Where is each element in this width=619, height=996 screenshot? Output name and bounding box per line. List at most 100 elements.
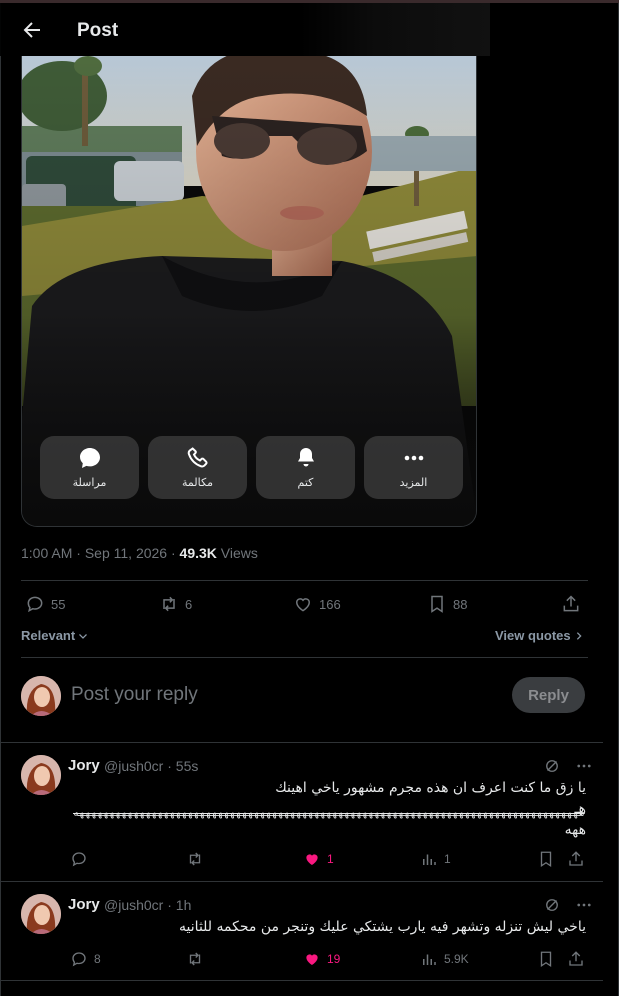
views-count: 5.9K bbox=[444, 952, 469, 966]
analytics-icon bbox=[423, 854, 436, 865]
post-timestamp[interactable]: 1:00 AM · Sep 11, 2026 · 49.3K Views bbox=[21, 545, 258, 561]
more-label: المزيد bbox=[399, 476, 428, 489]
reply-text: يا زق ما كنت اعرف ان هذه مجرم مشهور ياخي… bbox=[275, 780, 586, 796]
profile-action-row: مراسلة مكالمة كتم المزيد bbox=[40, 436, 463, 499]
reply-top-icons bbox=[543, 757, 593, 775]
reply-action[interactable]: 55 bbox=[25, 594, 65, 614]
like-action[interactable]: 166 bbox=[293, 594, 341, 614]
views-label: Views bbox=[220, 545, 258, 561]
page-title: Post bbox=[77, 20, 119, 41]
share-icon bbox=[563, 595, 579, 612]
message-label: مراسلة bbox=[72, 476, 107, 489]
bookmark-action[interactable] bbox=[537, 950, 555, 968]
repost-icon bbox=[163, 596, 175, 612]
avatar[interactable] bbox=[21, 676, 61, 716]
reply-icon bbox=[72, 852, 86, 867]
heart-icon bbox=[295, 598, 311, 612]
views-action[interactable]: 5.9K bbox=[420, 950, 469, 968]
reply-author-handle[interactable]: @jush0cr · 55s bbox=[104, 758, 198, 774]
message-button[interactable]: مراسلة bbox=[40, 436, 139, 499]
divider bbox=[0, 881, 603, 882]
reply-author-name[interactable]: Jory bbox=[68, 896, 100, 913]
chevron-right-icon bbox=[576, 631, 582, 640]
reply-strikethrough-text: هههههههههههههههههههههههههههههههههههههههه… bbox=[73, 808, 585, 819]
share-icon bbox=[569, 851, 583, 866]
heart-filled-icon bbox=[306, 954, 318, 965]
divider bbox=[21, 657, 588, 658]
more-dots-icon bbox=[404, 455, 423, 461]
more-dots-icon[interactable] bbox=[575, 896, 593, 914]
view-quotes-link[interactable]: View quotes bbox=[495, 628, 584, 643]
chevron-down-icon bbox=[79, 633, 88, 639]
divider bbox=[21, 580, 588, 581]
reply-action[interactable] bbox=[70, 850, 94, 868]
phone-icon bbox=[187, 447, 208, 468]
sort-dropdown[interactable]: Relevant bbox=[21, 628, 89, 643]
repost-action[interactable] bbox=[186, 950, 210, 968]
repost-icon bbox=[189, 852, 201, 866]
avatar[interactable] bbox=[21, 755, 61, 795]
call-button[interactable]: مكالمة bbox=[148, 436, 247, 499]
repost-icon bbox=[189, 952, 201, 966]
analytics-icon bbox=[423, 954, 436, 965]
reply-button[interactable]: Reply bbox=[512, 677, 585, 713]
call-label: مكالمة bbox=[182, 476, 213, 489]
views-action[interactable]: 1 bbox=[420, 850, 451, 868]
grok-icon[interactable] bbox=[543, 757, 561, 775]
header-fade bbox=[300, 3, 490, 56]
reply-action-bar: 1 1 bbox=[70, 850, 588, 870]
reply-text-line: ههه bbox=[564, 822, 586, 838]
reply-author-handle[interactable]: @jush0cr · 1h bbox=[104, 897, 191, 913]
meta-separator: · bbox=[170, 545, 176, 561]
meta-separator: · bbox=[76, 545, 81, 561]
repost-action[interactable]: 6 bbox=[159, 594, 192, 614]
views-count: 49.3K bbox=[179, 545, 217, 561]
avatar[interactable] bbox=[21, 894, 61, 934]
divider bbox=[0, 742, 603, 743]
reply-input[interactable]: Post your reply bbox=[71, 684, 198, 706]
reply-action[interactable]: 8 bbox=[70, 950, 101, 968]
reply-count: 55 bbox=[51, 596, 66, 612]
more-button[interactable]: المزيد bbox=[364, 436, 463, 499]
bookmark-icon bbox=[540, 851, 552, 868]
like-action[interactable]: 1 bbox=[303, 850, 334, 868]
share-action[interactable] bbox=[561, 594, 581, 614]
bookmark-count: 88 bbox=[453, 596, 468, 612]
reply-action-bar: 8 19 5.9K bbox=[70, 950, 588, 970]
bookmark-icon bbox=[540, 951, 552, 968]
avatar-illustration bbox=[21, 894, 61, 934]
like-count: 19 bbox=[327, 952, 341, 966]
share-action[interactable] bbox=[567, 850, 585, 868]
share-action[interactable] bbox=[567, 950, 585, 968]
repost-count: 6 bbox=[185, 596, 193, 612]
divider bbox=[0, 980, 603, 981]
bookmark-action[interactable]: 88 bbox=[427, 594, 467, 614]
more-dots-icon[interactable] bbox=[575, 757, 593, 775]
mute-button[interactable]: كتم bbox=[256, 436, 355, 499]
sort-label: Relevant bbox=[21, 628, 76, 643]
reply-icon bbox=[27, 596, 43, 613]
reply-count: 8 bbox=[94, 952, 101, 966]
reply-icon bbox=[72, 952, 86, 967]
avatar-illustration bbox=[21, 755, 61, 795]
bell-icon bbox=[297, 448, 314, 467]
view-quotes-label: View quotes bbox=[495, 628, 571, 643]
like-count: 166 bbox=[319, 596, 341, 612]
like-count: 1 bbox=[327, 852, 334, 866]
reply-author-name[interactable]: Jory bbox=[68, 757, 100, 774]
like-action[interactable]: 19 bbox=[303, 950, 340, 968]
reply-top-icons bbox=[543, 896, 593, 914]
bookmark-action[interactable] bbox=[537, 850, 555, 868]
reply-text: ياخي ليش تنزله وتشهر فيه يارب يشتكي عليك… bbox=[179, 919, 586, 935]
heart-filled-icon bbox=[306, 854, 318, 865]
post-media[interactable]: مراسلة مكالمة كتم المزيد bbox=[21, 56, 477, 527]
back-arrow-icon[interactable] bbox=[20, 18, 44, 42]
grok-icon[interactable] bbox=[543, 896, 561, 914]
chat-bubble-icon bbox=[79, 448, 100, 468]
repost-action[interactable] bbox=[186, 850, 210, 868]
post-time: 1:00 AM bbox=[21, 545, 73, 561]
views-count: 1 bbox=[444, 852, 451, 866]
share-icon bbox=[569, 951, 583, 966]
post-stats-bar: 55 6 166 88 bbox=[21, 594, 588, 618]
mute-label: كتم bbox=[297, 476, 314, 489]
